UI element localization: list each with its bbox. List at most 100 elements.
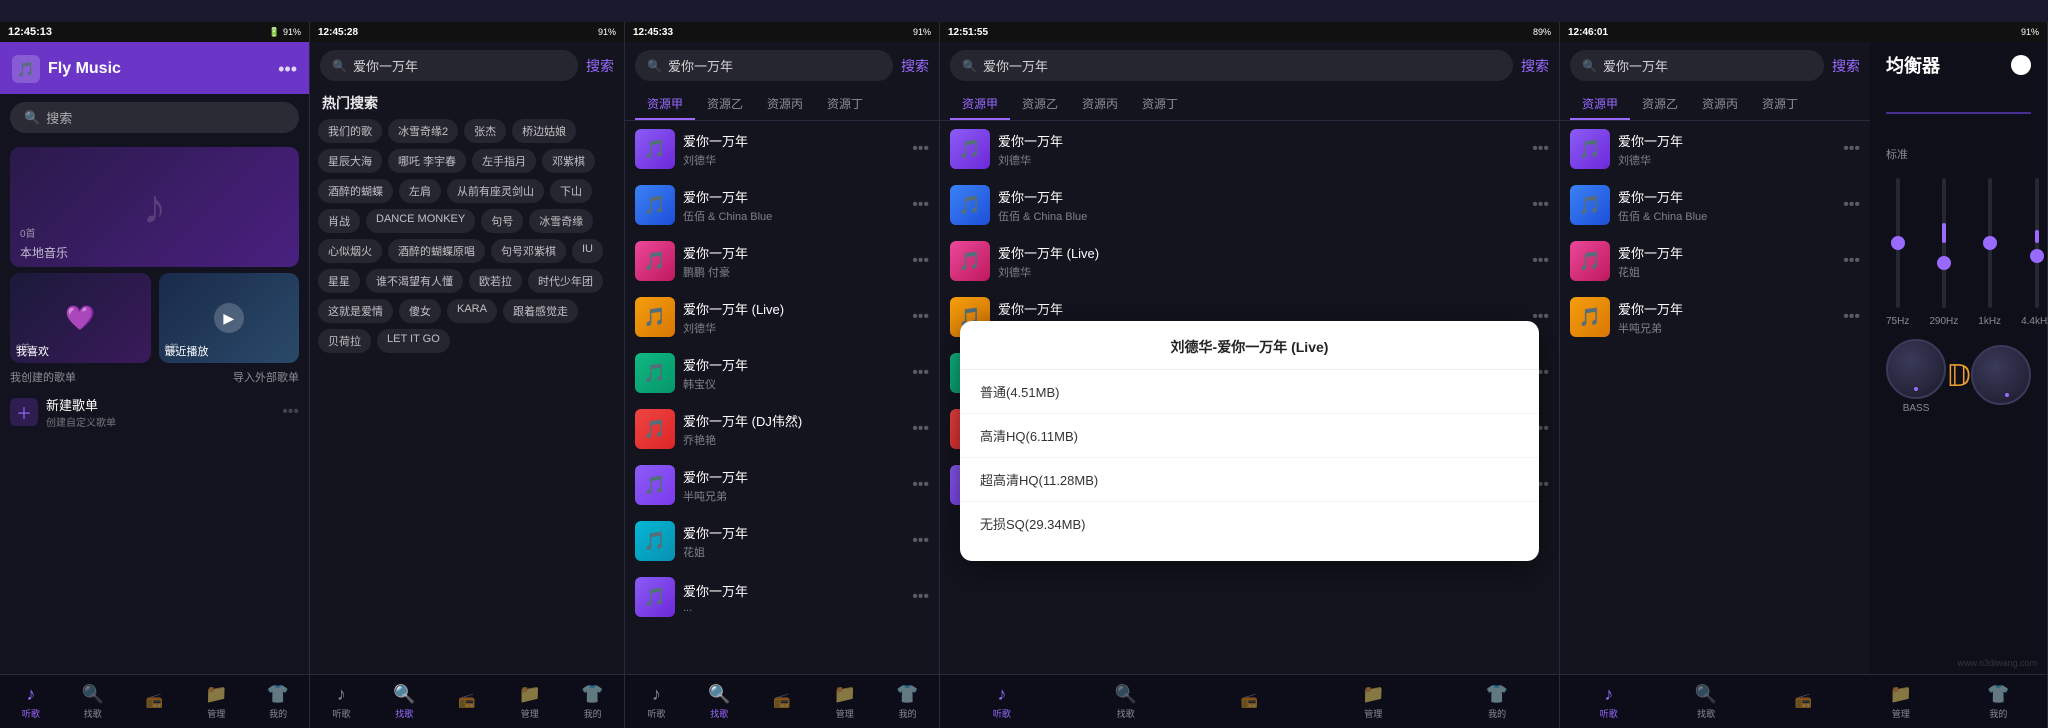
quality-option-3[interactable]: 无损SQ(29.34MB) [960,502,1539,545]
song-row[interactable]: 🎵 爱你一万年 鹏鹏 付豪 ••• [625,233,939,289]
hot-tag-item[interactable]: 左肩 [399,179,441,203]
tab-4-2[interactable]: 资源丙 [1070,89,1130,120]
eq-slider-thumb[interactable] [1891,236,1905,250]
hot-tag-item[interactable]: 星星 [318,269,360,293]
new-playlist-more[interactable]: ••• [282,403,299,421]
nav4-listen[interactable]: ♪ 听歌 [940,680,1064,724]
nav2-mine[interactable]: 👕 我的 [561,680,624,724]
song-row[interactable]: 🎵 爱你一万年 伍佰 & China Blue ••• [1560,177,1870,233]
hot-tag-item[interactable]: 这就是爱情 [318,299,393,323]
nav2-manage[interactable]: 📁 管理 [498,680,561,724]
eq-slider-thumb[interactable] [1983,236,1997,250]
hot-tag-item[interactable]: 时代少年团 [528,269,603,293]
nav-listen[interactable]: ♪ 听歌 [0,680,62,724]
search-button-2[interactable]: 搜索 [586,56,614,76]
hot-tag-item[interactable]: 欧若拉 [469,269,522,293]
tab-4-1[interactable]: 资源乙 [1010,89,1070,120]
nav3-listen[interactable]: ♪ 听歌 [625,680,688,724]
more-button[interactable]: ••• [278,59,297,80]
nav3-mine[interactable]: 👕 我的 [876,680,939,724]
song-more-button[interactable]: ••• [912,196,929,214]
nav5-manage[interactable]: 📁 管理 [1852,680,1949,724]
hot-tag-item[interactable]: 下山 [550,179,592,203]
song-more-button[interactable]: ••• [1532,140,1549,158]
nav3-find[interactable]: 🔍 找歌 [688,680,751,724]
hot-tag-item[interactable]: 酒醉的蝴蝶原唱 [388,239,485,263]
tab-5-0[interactable]: 资源甲 [1570,89,1630,120]
nav-fm[interactable]: 📻 [124,688,186,715]
hot-tag-item[interactable]: 张杰 [464,119,506,143]
tab-5-1[interactable]: 资源乙 [1630,89,1690,120]
nav3-manage[interactable]: 📁 管理 [813,680,876,724]
song-more-button[interactable]: ••• [1532,196,1549,214]
song-more-button[interactable]: ••• [912,476,929,494]
song-more-button[interactable]: ••• [1843,140,1860,158]
nav4-mine[interactable]: 👕 我的 [1435,680,1559,724]
eq-slider-thumb[interactable] [2030,249,2044,263]
hot-tag-item[interactable]: LET IT GO [377,329,450,353]
search-button-3[interactable]: 搜索 [901,56,929,76]
hot-tag-item[interactable]: 星辰大海 [318,149,382,173]
nav3-fm[interactable]: 📻 [751,688,814,715]
song-more-button[interactable]: ••• [912,420,929,438]
song-more-button[interactable]: ••• [912,140,929,158]
song-row[interactable]: 🎵 爱你一万年 (Live) 刘德华 ••• [625,289,939,345]
hot-tag-item[interactable]: 从前有座灵剑山 [447,179,544,203]
song-more-button[interactable]: ••• [912,252,929,270]
hot-tag-item[interactable]: DANCE MONKEY [366,209,475,233]
search-button-4[interactable]: 搜索 [1521,56,1549,76]
hot-tag-item[interactable]: 哪吒 李宇春 [388,149,466,173]
song-more-button[interactable]: ••• [912,588,929,606]
song-more-button[interactable]: ••• [1843,196,1860,214]
nav4-fm[interactable]: 📻 [1188,688,1312,715]
nav5-mine[interactable]: 👕 我的 [1950,680,2047,724]
song-row[interactable]: 🎵 爱你一万年 半吨兄弟 ••• [1560,289,1870,345]
eq-slider-track[interactable] [1896,178,1900,308]
nav-find[interactable]: 🔍 找歌 [62,680,124,724]
search-input-4[interactable]: 🔍 爱你一万年 [950,50,1513,81]
nav-mine[interactable]: 👕 我的 [247,680,309,724]
hot-tag-item[interactable]: 冰雪奇缘2 [388,119,458,143]
song-more-button[interactable]: ••• [1532,252,1549,270]
quality-option-0[interactable]: 普通(4.51MB) [960,370,1539,414]
nav2-listen[interactable]: ♪ 听歌 [310,680,373,724]
eq-slider-track[interactable] [2035,178,2039,308]
search-input-2[interactable]: 🔍 爱你一万年 [320,50,578,81]
hot-tag-item[interactable]: 谁不渴望有人懂 [366,269,463,293]
hot-tag-item[interactable]: 酒醉的蝴蝶 [318,179,393,203]
quality-option-1[interactable]: 高清HQ(6.11MB) [960,414,1539,458]
search-input-5[interactable]: 🔍 爱你一万年 [1570,50,1824,81]
tab-5-2[interactable]: 资源丙 [1690,89,1750,120]
tab-4-3[interactable]: 资源丁 [1130,89,1190,120]
hot-tag-item[interactable]: 句号邓紫棋 [491,239,566,263]
bass-knob[interactable] [1886,339,1946,399]
search-input-3[interactable]: 🔍 爱你一万年 [635,50,893,81]
song-row[interactable]: 🎵 爱你一万年 刘德华 ••• [1560,121,1870,177]
nav5-listen[interactable]: ♪ 听歌 [1560,680,1657,724]
song-row[interactable]: 🎵 爱你一万年 韩宝仪 ••• [625,345,939,401]
hot-tag-item[interactable]: KARA [447,299,497,323]
song-row[interactable]: 🎵 爱你一万年 花姐 ••• [1560,233,1870,289]
hot-tag-item[interactable]: 冰雪奇缘 [529,209,593,233]
song-more-button[interactable]: ••• [912,308,929,326]
nav5-fm[interactable]: 📻 [1755,688,1852,715]
song-row[interactable]: 🎵 爱你一万年 刘德华 ••• [625,121,939,177]
song-more-button[interactable]: ••• [912,364,929,382]
nav5-find[interactable]: 🔍 找歌 [1657,680,1754,724]
nav2-find[interactable]: 🔍 找歌 [373,680,436,724]
song-row[interactable]: 🎵 爱你一万年 (Live) 刘德华 ••• [940,233,1559,289]
song-row[interactable]: 🎵 爱你一万年 伍佰 & China Blue ••• [625,177,939,233]
hot-tag-item[interactable]: 跟着感觉走 [503,299,578,323]
hot-tag-item[interactable]: 邓紫棋 [542,149,595,173]
song-more-button[interactable]: ••• [1843,252,1860,270]
quality-option-2[interactable]: 超高清HQ(11.28MB) [960,458,1539,502]
hot-tag-item[interactable]: 傻女 [399,299,441,323]
song-row[interactable]: 🎵 爱你一万年 (DJ伟然) 乔艳艳 ••• [625,401,939,457]
hot-tag-item[interactable]: 心似烟火 [318,239,382,263]
hot-tag-item[interactable]: 我们的歌 [318,119,382,143]
hot-tag-item[interactable]: IU [572,239,603,263]
song-row[interactable]: 🎵 爱你一万年 ... ••• [625,569,939,625]
song-row[interactable]: 🎵 爱你一万年 伍佰 & China Blue ••• [940,177,1559,233]
eq-toggle[interactable] [2011,55,2031,75]
local-music-banner[interactable]: ♪ 本地音乐 0首 [10,147,299,267]
